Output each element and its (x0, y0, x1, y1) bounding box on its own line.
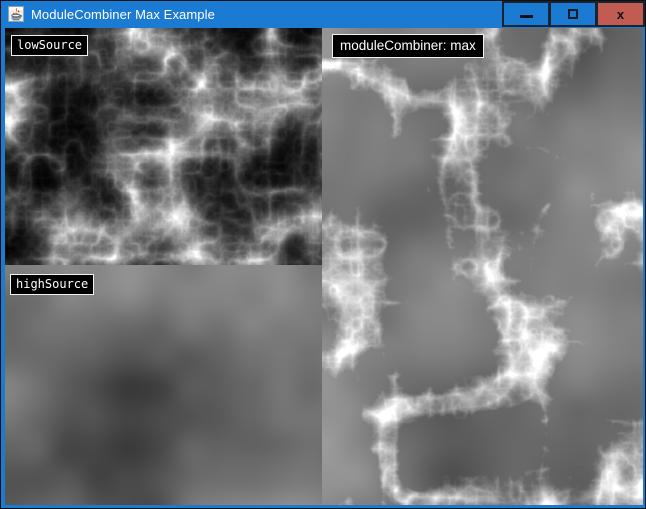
minimize-button[interactable] (502, 1, 549, 27)
panel-label-lowsource: lowSource (11, 35, 88, 56)
close-x-icon: x (617, 8, 624, 21)
titlebar[interactable]: ModuleCombiner Max Example x (1, 1, 645, 27)
modulecombiner-noise-canvas (322, 28, 643, 505)
window-title: ModuleCombiner Max Example (31, 7, 215, 22)
lowsource-noise-canvas (5, 28, 322, 265)
square-icon (568, 9, 578, 19)
dash-icon (520, 15, 533, 18)
app-window: ModuleCombiner Max Example x lowSource m… (0, 0, 646, 509)
maximize-button[interactable] (549, 1, 596, 27)
highsource-noise-canvas (5, 265, 322, 505)
render-area: lowSource moduleCombiner: max highSource (5, 28, 643, 505)
close-button[interactable]: x (596, 1, 645, 27)
panel-label-highsource: highSource (10, 274, 94, 295)
java-coffee-cup-icon (8, 6, 24, 22)
panel-label-modulecombiner: moduleCombiner: max (332, 34, 484, 58)
window-controls: x (502, 1, 645, 27)
